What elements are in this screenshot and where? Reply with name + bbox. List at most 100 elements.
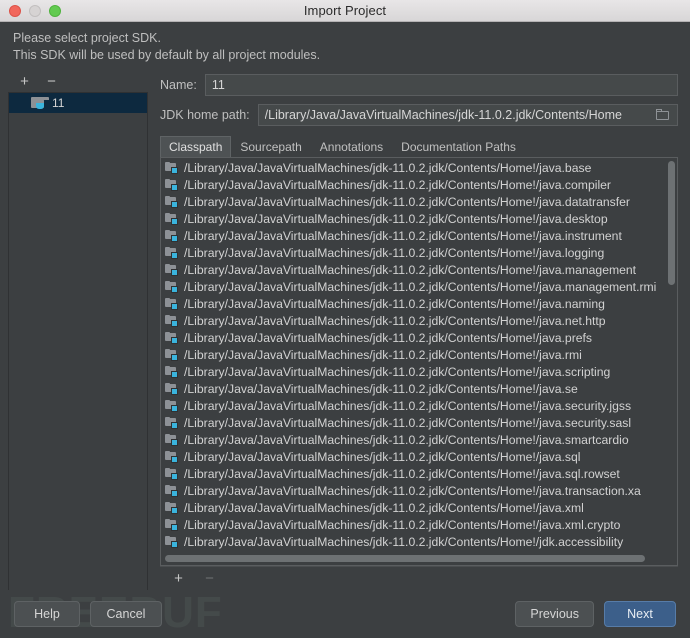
module-icon	[165, 314, 179, 327]
classpath-row[interactable]: /Library/Java/JavaVirtualMachines/jdk-11…	[161, 159, 677, 176]
sdk-folder-java-icon	[31, 96, 49, 110]
vertical-scrollbar-thumb[interactable]	[668, 161, 675, 286]
classpath-row[interactable]: /Library/Java/JavaVirtualMachines/jdk-11…	[161, 210, 677, 227]
module-icon	[165, 212, 179, 225]
classpath-row[interactable]: /Library/Java/JavaVirtualMachines/jdk-11…	[161, 227, 677, 244]
module-icon	[165, 348, 179, 361]
tab-classpath[interactable]: Classpath	[160, 136, 232, 157]
classpath-row-label: /Library/Java/JavaVirtualMachines/jdk-11…	[184, 364, 611, 379]
module-icon	[165, 518, 179, 531]
module-icon	[165, 161, 179, 174]
module-icon	[165, 246, 179, 259]
classpath-row-label: /Library/Java/JavaVirtualMachines/jdk-11…	[184, 534, 624, 549]
cancel-button[interactable]: Cancel	[90, 601, 162, 627]
classpath-row-label: /Library/Java/JavaVirtualMachines/jdk-11…	[184, 313, 606, 328]
sdk-list-item[interactable]: 11	[9, 93, 147, 113]
name-label: Name:	[160, 78, 197, 92]
module-icon	[165, 229, 179, 242]
module-icon	[165, 365, 179, 378]
classpath-row[interactable]: /Library/Java/JavaVirtualMachines/jdk-11…	[161, 244, 677, 261]
sdk-panel: + − 11	[0, 70, 148, 590]
window-title: Import Project	[303, 3, 387, 18]
name-row: Name: 11	[160, 70, 678, 100]
add-sdk-button[interactable]: +	[18, 74, 31, 89]
classpath-row-label: /Library/Java/JavaVirtualMachines/jdk-11…	[184, 415, 632, 430]
remove-classpath-button[interactable]: −	[203, 571, 216, 586]
next-button[interactable]: Next	[604, 601, 676, 627]
module-icon	[165, 280, 179, 293]
jdk-home-path-label: JDK home path:	[160, 108, 250, 122]
classpath-row[interactable]: /Library/Java/JavaVirtualMachines/jdk-11…	[161, 499, 677, 516]
classpath-row-label: /Library/Java/JavaVirtualMachines/jdk-11…	[184, 381, 578, 396]
sdk-panel-toolbar: + −	[8, 70, 148, 92]
classpath-vertical-scrollbar[interactable]	[668, 161, 675, 538]
module-icon	[165, 416, 179, 429]
classpath-row-label: /Library/Java/JavaVirtualMachines/jdk-11…	[184, 466, 620, 481]
horizontal-scrollbar-thumb[interactable]	[165, 555, 645, 562]
sdk-editor-panel: Name: 11 JDK home path: /Library/Java/Ja…	[148, 70, 690, 590]
classpath-row[interactable]: /Library/Java/JavaVirtualMachines/jdk-11…	[161, 516, 677, 533]
classpath-row[interactable]: /Library/Java/JavaVirtualMachines/jdk-11…	[161, 261, 677, 278]
classpath-row-label: /Library/Java/JavaVirtualMachines/jdk-11…	[184, 177, 611, 192]
add-classpath-button[interactable]: +	[172, 571, 185, 586]
dialog-footer: Help Cancel Previous Next	[0, 590, 690, 638]
jdk-home-path-row: JDK home path: /Library/Java/JavaVirtual…	[160, 100, 678, 130]
classpath-row-label: /Library/Java/JavaVirtualMachines/jdk-11…	[184, 194, 630, 209]
sdk-list[interactable]: 11	[8, 92, 148, 590]
classpath-row-label: /Library/Java/JavaVirtualMachines/jdk-11…	[184, 449, 581, 464]
tab-annotations[interactable]: Annotations	[311, 136, 392, 157]
module-icon	[165, 450, 179, 463]
classpath-row-label: /Library/Java/JavaVirtualMachines/jdk-11…	[184, 398, 632, 413]
classpath-row[interactable]: /Library/Java/JavaVirtualMachines/jdk-11…	[161, 380, 677, 397]
classpath-row-label: /Library/Java/JavaVirtualMachines/jdk-11…	[184, 500, 584, 515]
dialog-main: + − 11 Name: 11 JDK home path: /Library/…	[0, 70, 690, 590]
tab-sourcepath[interactable]: Sourcepath	[231, 136, 310, 157]
classpath-row-label: /Library/Java/JavaVirtualMachines/jdk-11…	[184, 517, 621, 532]
jdk-home-path-input[interactable]: /Library/Java/JavaVirtualMachines/jdk-11…	[257, 104, 678, 126]
classpath-row[interactable]: /Library/Java/JavaVirtualMachines/jdk-11…	[161, 312, 677, 329]
classpath-row-label: /Library/Java/JavaVirtualMachines/jdk-11…	[184, 432, 629, 447]
classpath-list[interactable]: /Library/Java/JavaVirtualMachines/jdk-11…	[161, 158, 677, 554]
name-input[interactable]: 11	[204, 74, 678, 96]
previous-button[interactable]: Previous	[515, 601, 594, 627]
header-line-2: This SDK will be used by default by all …	[13, 48, 321, 62]
classpath-row[interactable]: /Library/Java/JavaVirtualMachines/jdk-11…	[161, 363, 677, 380]
classpath-row[interactable]: /Library/Java/JavaVirtualMachines/jdk-11…	[161, 193, 677, 210]
classpath-row-label: /Library/Java/JavaVirtualMachines/jdk-11…	[184, 262, 637, 277]
classpath-row[interactable]: /Library/Java/JavaVirtualMachines/jdk-11…	[161, 346, 677, 363]
classpath-row-label: /Library/Java/JavaVirtualMachines/jdk-11…	[184, 228, 622, 243]
classpath-row[interactable]: /Library/Java/JavaVirtualMachines/jdk-11…	[161, 414, 677, 431]
classpath-horizontal-scrollbar[interactable]	[165, 554, 665, 563]
classpath-row-label: /Library/Java/JavaVirtualMachines/jdk-11…	[184, 279, 657, 294]
classpath-row[interactable]: /Library/Java/JavaVirtualMachines/jdk-11…	[161, 278, 677, 295]
tab-documentation-paths[interactable]: Documentation Paths	[392, 136, 525, 157]
module-icon	[165, 331, 179, 344]
folder-icon[interactable]	[655, 108, 671, 122]
classpath-row[interactable]: /Library/Java/JavaVirtualMachines/jdk-11…	[161, 329, 677, 346]
classpath-toolbar: + −	[160, 566, 678, 590]
module-icon	[165, 501, 179, 514]
module-icon	[165, 484, 179, 497]
classpath-row[interactable]: /Library/Java/JavaVirtualMachines/jdk-11…	[161, 533, 677, 550]
remove-sdk-button[interactable]: −	[45, 74, 58, 89]
module-icon	[165, 297, 179, 310]
jdk-home-path-value: /Library/Java/JavaVirtualMachines/jdk-11…	[264, 108, 622, 122]
classpath-row[interactable]: /Library/Java/JavaVirtualMachines/jdk-11…	[161, 431, 677, 448]
classpath-row-label: /Library/Java/JavaVirtualMachines/jdk-11…	[184, 245, 605, 260]
module-icon	[165, 263, 179, 276]
import-project-dialog: Please select project SDK. This SDK will…	[0, 22, 690, 638]
dialog-header: Please select project SDK. This SDK will…	[0, 22, 690, 70]
sdk-tabs: Classpath Sourcepath Annotations Documen…	[160, 136, 678, 158]
classpath-row[interactable]: /Library/Java/JavaVirtualMachines/jdk-11…	[161, 465, 677, 482]
help-button[interactable]: Help	[14, 601, 80, 627]
module-icon	[165, 467, 179, 480]
module-icon	[165, 382, 179, 395]
classpath-row-label: /Library/Java/JavaVirtualMachines/jdk-11…	[184, 211, 608, 226]
classpath-row[interactable]: /Library/Java/JavaVirtualMachines/jdk-11…	[161, 397, 677, 414]
classpath-row[interactable]: /Library/Java/JavaVirtualMachines/jdk-11…	[161, 176, 677, 193]
classpath-row[interactable]: /Library/Java/JavaVirtualMachines/jdk-11…	[161, 482, 677, 499]
classpath-row-label: /Library/Java/JavaVirtualMachines/jdk-11…	[184, 330, 593, 345]
classpath-row[interactable]: /Library/Java/JavaVirtualMachines/jdk-11…	[161, 448, 677, 465]
module-icon	[165, 535, 179, 548]
classpath-row[interactable]: /Library/Java/JavaVirtualMachines/jdk-11…	[161, 295, 677, 312]
